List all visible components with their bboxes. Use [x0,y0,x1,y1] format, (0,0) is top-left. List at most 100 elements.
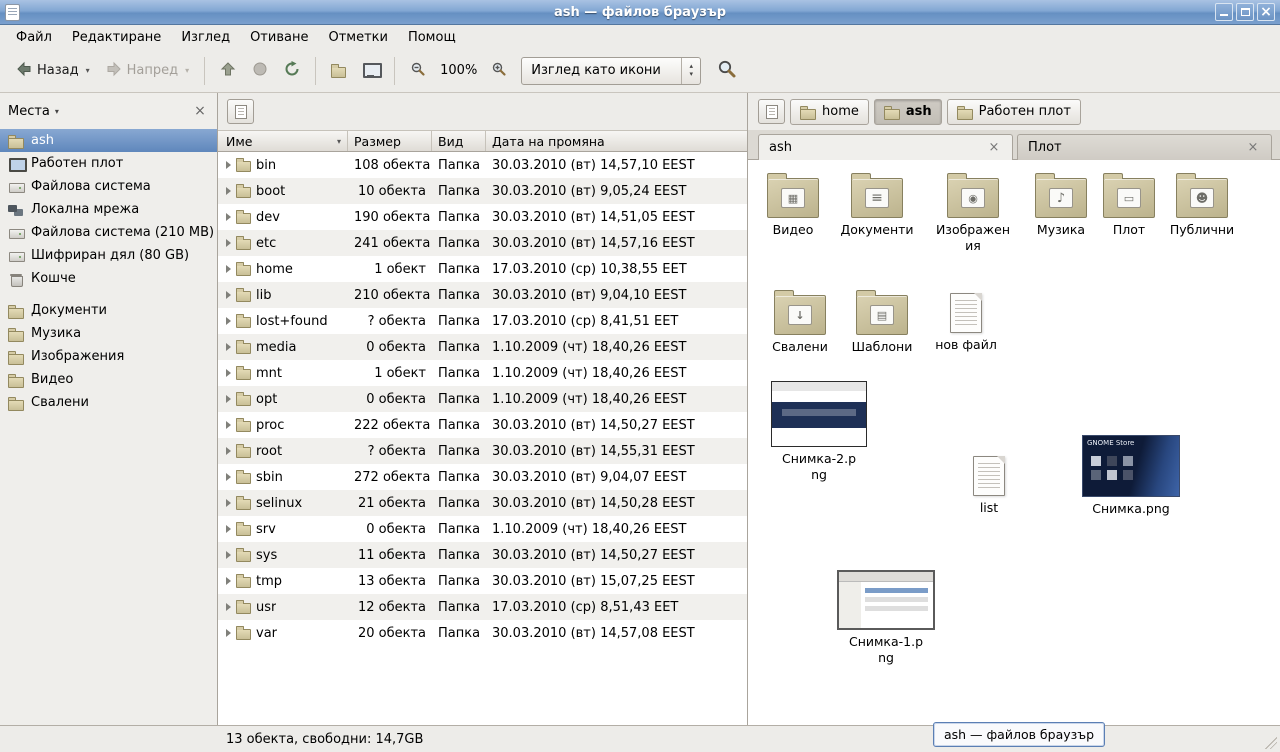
expander-icon[interactable] [226,213,231,221]
tree-row[interactable]: boot 10 обекта Папка 30.03.2010 (вт) 9,0… [218,178,747,204]
forward-history-chevron-icon[interactable] [185,66,189,75]
expander-icon[interactable] [226,291,231,299]
breadcrumb-button[interactable]: home [790,99,869,125]
tab-close-icon[interactable] [986,140,1002,156]
sidebar-mode-chevron-icon[interactable] [55,107,59,116]
expander-icon[interactable] [226,473,231,481]
icon-view-item[interactable]: Свалени [760,287,840,355]
tab-close-icon[interactable] [1245,140,1261,156]
sidebar-item[interactable]: Файлова система [0,175,217,198]
expander-icon[interactable] [226,629,231,637]
icon-view-item[interactable]: Публични [1162,170,1242,238]
sidebar-item[interactable]: Локална мрежа [0,198,217,221]
stop-button[interactable] [244,56,276,86]
breadcrumb-button[interactable]: ash [874,99,942,125]
back-history-chevron-icon[interactable] [86,66,90,75]
tree-row[interactable]: proc 222 обекта Папка 30.03.2010 (вт) 14… [218,412,747,438]
sidebar-item[interactable]: Музика [0,322,217,345]
window-menu-icon[interactable] [5,4,20,21]
expander-icon[interactable] [226,369,231,377]
icon-view-item[interactable]: Снимка-2.png [769,381,869,484]
view-mode-dropdown[interactable]: Изглед като икони [521,57,701,85]
sidebar-close-icon[interactable] [191,102,209,120]
expander-icon[interactable] [226,265,231,273]
expander-icon[interactable] [226,577,231,585]
tree-row[interactable]: srv 0 обекта Папка 1.10.2009 (чт) 18,40,… [218,516,747,542]
expander-icon[interactable] [226,239,231,247]
tree-row[interactable]: sbin 272 обекта Папка 30.03.2010 (вт) 9,… [218,464,747,490]
icon-view[interactable]: Видео Документи [748,160,1280,725]
breadcrumb-button[interactable]: Работен плот [947,99,1081,125]
icon-view-item[interactable]: Изображения [935,170,1011,255]
sidebar-item[interactable]: Шифриран дял (80 GB) [0,244,217,267]
sidebar-item[interactable]: ash [0,129,217,152]
menu-item[interactable]: Редактиране [62,27,171,48]
sidebar-title[interactable]: Места [8,104,50,119]
expander-icon[interactable] [226,421,231,429]
reload-button[interactable] [276,56,308,86]
tree-row[interactable]: bin 108 обекта Папка 30.03.2010 (вт) 14,… [218,152,747,178]
icon-view-item[interactable]: list [959,450,1019,516]
zoom-out-button[interactable] [402,56,434,86]
computer-button[interactable] [354,56,387,86]
expander-icon[interactable] [226,395,231,403]
icon-view-item[interactable]: Видео [753,170,833,238]
tree-row[interactable]: home 1 обект Папка 17.03.2010 (ср) 10,38… [218,256,747,282]
tree-row[interactable]: root ? обекта Папка 30.03.2010 (вт) 14,5… [218,438,747,464]
tree-row[interactable]: usr 12 обекта Папка 17.03.2010 (ср) 8,51… [218,594,747,620]
icon-view-item[interactable]: GNOME Store Снимка.png [1079,435,1183,517]
titlebar[interactable]: ash — файлов браузър [0,0,1280,25]
home-button[interactable] [323,56,354,86]
expander-icon[interactable] [226,447,231,455]
maximize-button[interactable] [1236,3,1254,21]
menu-item[interactable]: Отметки [318,27,397,48]
tree-row[interactable]: lost+found ? обекта Папка 17.03.2010 (ср… [218,308,747,334]
back-button[interactable]: Назад [8,56,98,86]
icon-view-item[interactable]: Снимка-1.png [834,570,938,667]
sidebar-item[interactable]: Изображения [0,345,217,368]
minimize-button[interactable] [1215,3,1233,21]
expander-icon[interactable] [226,603,231,611]
expander-icon[interactable] [226,317,231,325]
icon-view-item[interactable]: Шаблони [842,287,922,355]
tree-row[interactable]: var 20 обекта Папка 30.03.2010 (вт) 14,5… [218,620,747,646]
edit-location-button[interactable] [227,99,254,124]
search-button[interactable] [709,56,745,86]
zoom-in-button[interactable] [483,56,515,86]
expander-icon[interactable] [226,187,231,195]
resize-grip[interactable] [1265,737,1277,749]
tree-row[interactable]: lib 210 обекта Папка 30.03.2010 (вт) 9,0… [218,282,747,308]
tree-row[interactable]: mnt 1 обект Папка 1.10.2009 (чт) 18,40,2… [218,360,747,386]
sidebar-item[interactable]: Видео [0,368,217,391]
icon-view-item[interactable]: Плот [1089,170,1169,238]
menu-item[interactable]: Помощ [398,27,466,48]
tree-row[interactable]: opt 0 обекта Папка 1.10.2009 (чт) 18,40,… [218,386,747,412]
tree-row[interactable]: tmp 13 обекта Папка 30.03.2010 (вт) 15,0… [218,568,747,594]
menu-item[interactable]: Изглед [171,27,240,48]
sidebar-item[interactable]: Файлова система (210 MB) [0,221,217,244]
sidebar-item[interactable]: Кошче [0,267,217,290]
sidebar-item[interactable]: Свалени [0,391,217,414]
forward-button[interactable]: Напред [98,56,198,86]
up-button[interactable] [212,56,244,86]
sidebar-item[interactable]: Документи [0,299,217,322]
tab[interactable]: ash [758,134,1013,160]
tab[interactable]: Плот [1017,134,1272,160]
column-header-date[interactable]: Дата на промяна [486,131,747,151]
close-button[interactable] [1257,3,1275,21]
tree-row[interactable]: etc 241 обекта Папка 30.03.2010 (вт) 14,… [218,230,747,256]
expander-icon[interactable] [226,525,231,533]
sidebar-item[interactable]: Работен плот [0,152,217,175]
expander-icon[interactable] [226,343,231,351]
expander-icon[interactable] [226,551,231,559]
expander-icon[interactable] [226,161,231,169]
expander-icon[interactable] [226,499,231,507]
column-header-size[interactable]: Размер [348,131,432,151]
menu-item[interactable]: Отиване [240,27,318,48]
tree-row[interactable]: sys 11 обекта Папка 30.03.2010 (вт) 14,5… [218,542,747,568]
column-header-name[interactable]: Име [218,131,348,151]
taskbar-window-button[interactable]: ash — файлов браузър [933,722,1105,747]
column-header-type[interactable]: Вид [432,131,486,151]
tree-row[interactable]: selinux 21 обекта Папка 30.03.2010 (вт) … [218,490,747,516]
menu-item[interactable]: Файл [6,27,62,48]
